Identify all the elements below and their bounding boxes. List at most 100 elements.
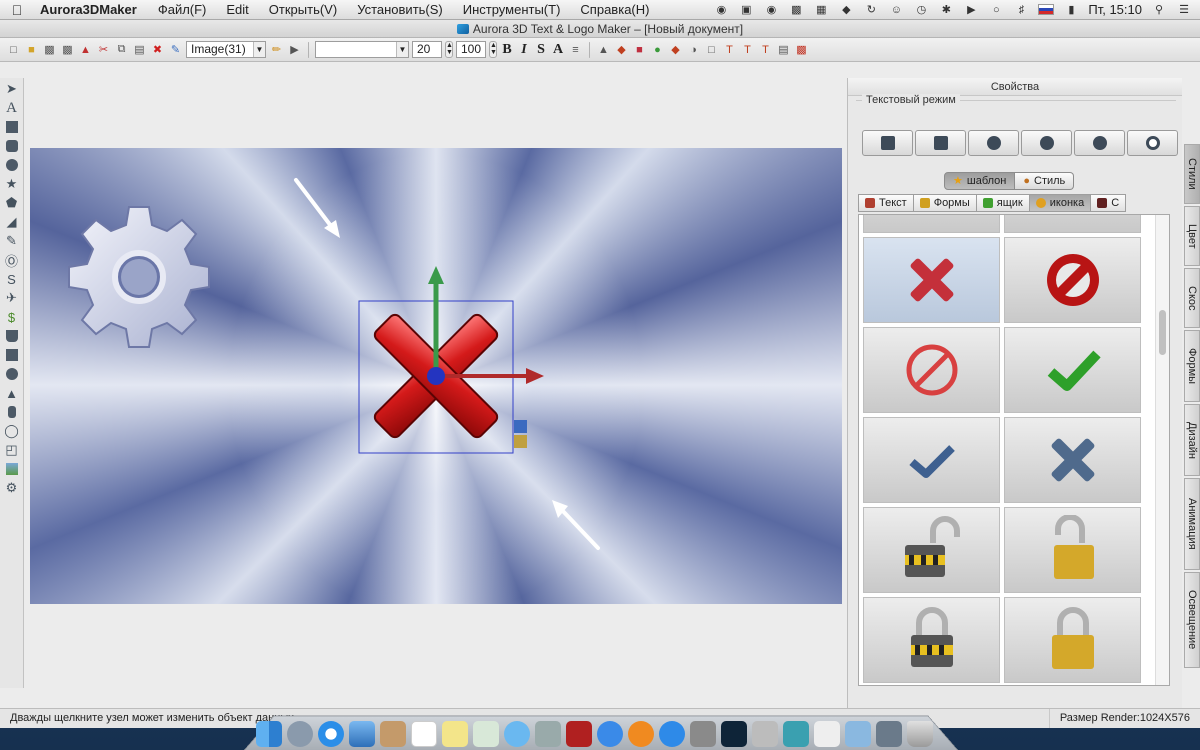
text-tool-1-icon[interactable]: T	[722, 42, 737, 57]
gallery-item-forbidden-outline[interactable]	[863, 327, 1000, 413]
menu-help[interactable]: Справка(H)	[570, 2, 659, 17]
plugin-tool-icon[interactable]: ✈	[4, 290, 20, 306]
font-select[interactable]: ▼	[315, 41, 409, 58]
image-insert-tool-icon[interactable]	[4, 461, 20, 477]
notes-icon[interactable]	[442, 721, 468, 747]
gallery-item-padlock-closed-striped[interactable]	[863, 597, 1000, 683]
notification-center-icon[interactable]: ☰	[1176, 3, 1192, 17]
bold-button[interactable]: B	[500, 42, 514, 58]
globe-icon[interactable]: ◉	[713, 3, 729, 17]
side-tab-lighting[interactable]: Освещение	[1184, 572, 1200, 668]
design-canvas[interactable]	[30, 148, 842, 604]
style-segment[interactable]: ● Стиль	[1015, 172, 1075, 190]
tool-b-icon[interactable]: ◆	[614, 42, 629, 57]
sphere-tool-icon[interactable]	[4, 366, 20, 382]
gallery-item[interactable]	[863, 215, 1000, 233]
refresh-icon[interactable]: ↻	[863, 3, 879, 17]
text-tool-2-icon[interactable]: T	[740, 42, 755, 57]
italic-button[interactable]: I	[517, 42, 531, 58]
cone-tool-icon[interactable]: ▲	[4, 385, 20, 401]
spotlight-icon[interactable]: ⚲	[1151, 3, 1167, 17]
gallery-item[interactable]	[1004, 215, 1141, 233]
gallery-item-check-blue[interactable]	[863, 417, 1000, 503]
sound-icon[interactable]: ▶	[963, 3, 979, 17]
mode-emboss-button[interactable]	[1074, 130, 1125, 156]
tool-c-icon[interactable]: ■	[632, 42, 647, 57]
dropbox-icon[interactable]: ◆	[838, 3, 854, 17]
selected-x-object[interactable]	[358, 266, 548, 456]
time-machine-icon[interactable]: ◷	[913, 3, 929, 17]
safari-icon[interactable]	[318, 721, 344, 747]
menu-settings[interactable]: Установить(S)	[347, 2, 453, 17]
torus-tool-icon[interactable]: ◯	[4, 423, 20, 439]
template-segment[interactable]: ★ шаблон	[944, 172, 1016, 190]
tab-more[interactable]: С	[1090, 194, 1127, 212]
tab-icon[interactable]: иконка	[1028, 194, 1091, 212]
mode-extrude-button[interactable]	[915, 130, 966, 156]
side-tab-animation[interactable]: Анимация	[1184, 478, 1200, 570]
screen-icon[interactable]: ▣	[738, 3, 754, 17]
screenshot-stack-icon[interactable]	[876, 721, 902, 747]
gallery-item-padlock-open-gold[interactable]	[1004, 507, 1141, 593]
menu-edit[interactable]: Edit	[216, 2, 258, 17]
side-tab-bevel[interactable]: Скос	[1184, 268, 1200, 328]
vase-tool-icon[interactable]: ◰	[4, 442, 20, 458]
folder-stack-icon[interactable]	[845, 721, 871, 747]
pointer-tool-icon[interactable]: ➤	[4, 81, 20, 97]
gallery-item-forbidden-solid[interactable]	[1004, 237, 1141, 323]
photo-booth-icon[interactable]	[566, 721, 592, 747]
cylinder-tool-icon[interactable]	[4, 404, 20, 420]
tab-shapes[interactable]: Формы	[912, 194, 976, 212]
tool-a-icon[interactable]: ▲	[596, 42, 611, 57]
tool-e-icon[interactable]: ◆	[668, 42, 683, 57]
brush-icon[interactable]: ✎	[168, 42, 183, 57]
wifi-icon[interactable]: ○	[988, 3, 1004, 17]
save-as-icon[interactable]: ▩	[60, 42, 75, 57]
app-name-menu[interactable]: Aurora3DMaker	[34, 2, 148, 17]
gallery-item-cross-red[interactable]	[863, 237, 1000, 323]
size-input[interactable]: 20	[412, 41, 442, 58]
delete-icon[interactable]: ✖	[150, 42, 165, 57]
text-tool-3-icon[interactable]: T	[758, 42, 773, 57]
copy-icon[interactable]: ⧉	[114, 42, 129, 57]
tool-g-icon[interactable]: □	[704, 42, 719, 57]
gear-icon[interactable]	[64, 202, 214, 352]
mode-bevel-button[interactable]	[1021, 130, 1072, 156]
finder-icon[interactable]	[256, 721, 282, 747]
font-color-button[interactable]: A	[551, 42, 565, 58]
depth-stepper[interactable]: ▲ ▼	[489, 41, 497, 58]
side-tab-shapes[interactable]: Формы	[1184, 330, 1200, 402]
gallery-item-padlock-closed-gold[interactable]	[1004, 597, 1141, 683]
mode-round-button[interactable]	[968, 130, 1019, 156]
mail-app-icon[interactable]	[349, 721, 375, 747]
play-icon[interactable]: ▶	[287, 42, 302, 57]
mode-flat-button[interactable]	[862, 130, 913, 156]
new-document-icon[interactable]: □	[6, 42, 21, 57]
aurora-3d-icon[interactable]	[783, 721, 809, 747]
star-tool-icon[interactable]: ★	[4, 176, 20, 192]
gallery-scroll-thumb[interactable]	[1159, 310, 1166, 355]
box-tool-icon[interactable]	[4, 328, 20, 344]
paste-icon[interactable]: ▤	[132, 42, 147, 57]
side-tab-color[interactable]: Цвет	[1184, 206, 1200, 266]
launchpad-icon[interactable]	[287, 721, 313, 747]
facetime-icon[interactable]	[535, 721, 561, 747]
messages-icon[interactable]	[504, 721, 530, 747]
search-agent-icon[interactable]: ◉	[763, 3, 779, 17]
preview-icon[interactable]	[473, 721, 499, 747]
symbol-tool-icon[interactable]: S	[4, 271, 20, 287]
contacts-icon[interactable]	[380, 721, 406, 747]
text-block-tool-icon[interactable]: Ⓞ	[4, 252, 20, 269]
gallery-scrollbar[interactable]	[1155, 215, 1169, 685]
apple-icon[interactable]: 	[0, 2, 34, 18]
render-icon[interactable]: ▩	[794, 42, 809, 57]
cut-icon[interactable]: ✂	[96, 42, 111, 57]
rounded-rect-tool-icon[interactable]	[4, 138, 20, 154]
dollar-tool-icon[interactable]: $	[4, 309, 20, 325]
circle-tool-icon[interactable]	[4, 157, 20, 173]
gallery-item-padlock-open-striped[interactable]	[863, 507, 1000, 593]
app-store-icon[interactable]	[659, 721, 685, 747]
disk-utility-icon[interactable]	[752, 721, 778, 747]
trash-icon[interactable]	[907, 721, 933, 747]
pentagon-tool-icon[interactable]: ⬟	[4, 195, 20, 211]
